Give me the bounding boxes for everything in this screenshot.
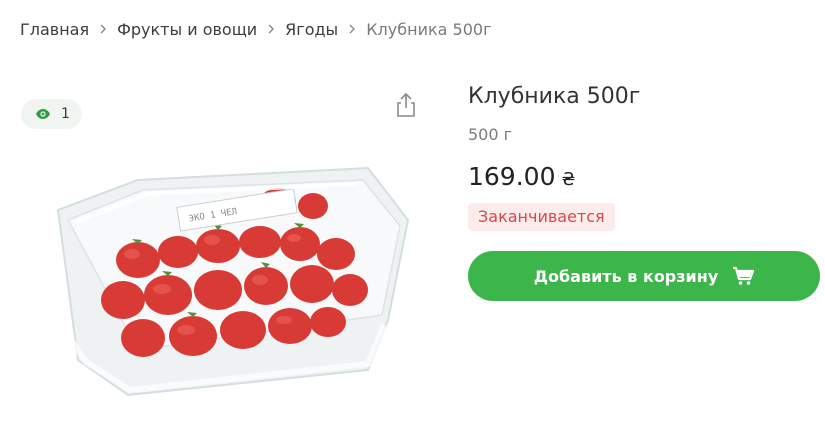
chevron-right-icon [89, 24, 117, 34]
breadcrumb-item-home[interactable]: Главная [20, 20, 89, 39]
views-badge: 1 [21, 99, 82, 129]
price-row: 169.00 ₴ [468, 161, 820, 193]
breadcrumb-item-berries[interactable]: Ягоды [285, 20, 338, 39]
share-button[interactable] [394, 92, 418, 118]
add-to-cart-button[interactable]: Добавить в корзину [468, 251, 820, 301]
product-image: ЭКО 1 ЧЕЛ [28, 150, 418, 400]
cart-icon [732, 266, 755, 286]
breadcrumb-item-current: Клубника 500г [366, 19, 492, 39]
product-weight: 500 г [468, 125, 513, 144]
breadcrumb-item-fruits-vegetables[interactable]: Фрукты и овощи [117, 20, 257, 39]
stock-status-badge: Заканчивается [468, 203, 615, 231]
product-info: Клубника 500г 500 г 169.00 ₴ Заканчивает… [468, 82, 820, 301]
chevron-right-icon [257, 24, 285, 34]
product-title: Клубника 500г [468, 84, 641, 109]
product-media: 1 ЭКО 1 ЧЕЛ [18, 82, 438, 422]
views-count: 1 [61, 106, 70, 122]
share-icon [394, 92, 418, 118]
eye-icon [35, 108, 51, 120]
breadcrumb: Главная Фрукты и овощи Ягоды Клубника 50… [20, 18, 491, 40]
currency-symbol: ₴ [561, 169, 576, 190]
product-price: 169.00 [468, 162, 556, 191]
chevron-right-icon [338, 24, 366, 34]
add-to-cart-label: Добавить в корзину [533, 266, 719, 286]
